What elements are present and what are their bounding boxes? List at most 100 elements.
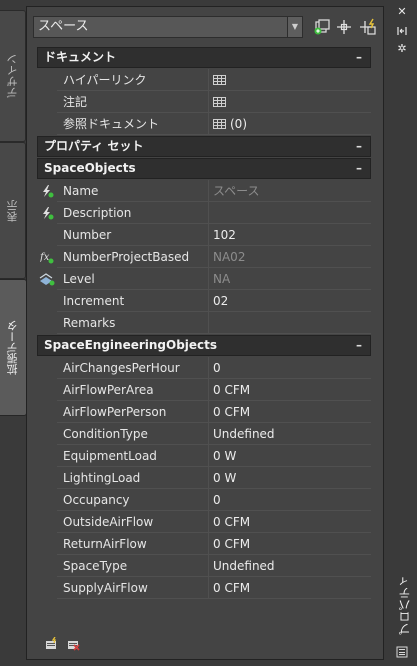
- automatic-property-icon: [37, 180, 57, 202]
- property-row-air-flow-per-person[interactable]: AirFlowPerPerson 0 CFM: [37, 401, 371, 423]
- table-icon[interactable]: [213, 118, 226, 129]
- property-value[interactable]: (0): [209, 113, 371, 135]
- category-space-engineering-objects[interactable]: SpaceEngineeringObjects –: [37, 335, 371, 356]
- automatic-property-icon: [37, 202, 57, 224]
- property-name: Description: [57, 202, 209, 224]
- category-space-objects-title: SpaceObjects: [44, 161, 136, 175]
- property-row-increment[interactable]: Increment 02: [37, 290, 371, 312]
- tab-display-label: 表示: [5, 199, 19, 222]
- tab-design-label: デザイン: [5, 54, 19, 98]
- property-row-space-type[interactable]: SpaceType Undefined: [37, 555, 371, 577]
- table-icon[interactable]: [213, 96, 226, 107]
- property-name: OutsideAirFlow: [57, 511, 209, 533]
- property-name: 参照ドキュメント: [57, 113, 209, 135]
- property-name: Level: [57, 268, 209, 290]
- chevron-down-icon[interactable]: ▼: [287, 17, 302, 37]
- property-name: ConditionType: [57, 423, 209, 445]
- property-value[interactable]: [209, 91, 371, 113]
- palette-menu-icon[interactable]: [396, 646, 408, 658]
- property-value[interactable]: 0: [209, 489, 371, 511]
- property-name: EquipmentLoad: [57, 445, 209, 467]
- property-row-condition-type[interactable]: ConditionType Undefined: [37, 423, 371, 445]
- palette-tabs: デザイン 表示 拡張データ: [0, 0, 27, 666]
- property-value: NA02: [209, 246, 371, 268]
- property-name: ハイパーリンク: [57, 69, 209, 91]
- property-name: SupplyAirFlow: [57, 577, 209, 599]
- property-value: NA: [209, 268, 371, 290]
- property-row-outside-air-flow[interactable]: OutsideAirFlow 0 CFM: [37, 511, 371, 533]
- reference-docs-count: (0): [230, 116, 247, 131]
- quick-select-icon[interactable]: [359, 18, 377, 36]
- palette-title-bar[interactable]: ✕ ✲ プロパティ: [384, 0, 417, 666]
- auto-hide-icon[interactable]: [396, 25, 408, 37]
- property-name: Increment: [57, 290, 209, 312]
- property-value[interactable]: [209, 312, 371, 334]
- category-document[interactable]: ドキュメント –: [37, 47, 371, 68]
- collapse-space-objects-button[interactable]: –: [356, 159, 362, 178]
- property-row-name[interactable]: Name スペース: [37, 180, 371, 202]
- property-value[interactable]: [209, 202, 371, 224]
- collapse-property-set-button[interactable]: –: [356, 137, 362, 156]
- svg-text:fx: fx: [40, 252, 50, 263]
- bottom-toolbar: [45, 636, 81, 654]
- property-row-level[interactable]: Level NA: [37, 268, 371, 290]
- property-row-number-project-based[interactable]: fx NumberProjectBased NA02: [37, 246, 371, 268]
- property-row-reference-docs[interactable]: 参照ドキュメント (0): [37, 113, 371, 135]
- property-value[interactable]: 0 CFM: [209, 379, 371, 401]
- tab-display[interactable]: 表示: [0, 142, 26, 279]
- palette-title-label: プロパティ: [397, 575, 412, 635]
- property-value[interactable]: 0 W: [209, 467, 371, 489]
- property-name: NumberProjectBased: [57, 246, 209, 268]
- property-row-return-air-flow[interactable]: ReturnAirFlow 0 CFM: [37, 533, 371, 555]
- property-row-air-changes-per-hour[interactable]: AirChangesPerHour 0: [37, 357, 371, 379]
- property-name: AirFlowPerArea: [57, 379, 209, 401]
- property-value[interactable]: 0: [209, 357, 371, 379]
- property-name: AirFlowPerPerson: [57, 401, 209, 423]
- tab-extended-data-label: 拡張データ: [6, 320, 19, 375]
- property-row-equipment-load[interactable]: EquipmentLoad 0 W: [37, 445, 371, 467]
- property-name: Remarks: [57, 312, 209, 334]
- level-property-icon: [37, 268, 57, 290]
- tab-extended-data[interactable]: 拡張データ: [0, 279, 27, 416]
- property-value[interactable]: 02: [209, 290, 371, 312]
- property-name: AirChangesPerHour: [57, 357, 209, 379]
- property-value[interactable]: 0 W: [209, 445, 371, 467]
- property-row-occupancy[interactable]: Occupancy 0: [37, 489, 371, 511]
- property-row-hyperlink[interactable]: ハイパーリンク: [37, 69, 371, 91]
- property-row-notes[interactable]: 注記: [37, 91, 371, 113]
- property-name: LightingLoad: [57, 467, 209, 489]
- close-icon[interactable]: ✕: [396, 6, 408, 18]
- properties-panel: スペース ▼ ドキュメント – ハイパーリンク 注記 参照ドキュメント (0) …: [26, 6, 384, 660]
- category-property-set[interactable]: プロパティ セット –: [37, 136, 371, 157]
- property-row-air-flow-per-area[interactable]: AirFlowPerArea 0 CFM: [37, 379, 371, 401]
- property-value[interactable]: 0 CFM: [209, 533, 371, 555]
- property-row-number[interactable]: Number 102: [37, 224, 371, 246]
- property-row-supply-air-flow[interactable]: SupplyAirFlow 0 CFM: [37, 577, 371, 599]
- property-name: SpaceType: [57, 555, 209, 577]
- table-icon[interactable]: [213, 74, 226, 85]
- collapse-space-engineering-button[interactable]: –: [356, 336, 362, 355]
- category-space-objects[interactable]: SpaceObjects –: [37, 158, 371, 179]
- tab-design[interactable]: デザイン: [0, 10, 26, 142]
- style-select[interactable]: スペース ▼: [33, 16, 303, 38]
- property-row-description[interactable]: Description: [37, 202, 371, 224]
- property-value[interactable]: 0 CFM: [209, 511, 371, 533]
- collapse-document-button[interactable]: –: [356, 48, 362, 67]
- gear-icon[interactable]: ✲: [396, 43, 408, 55]
- property-value[interactable]: Undefined: [209, 555, 371, 577]
- palette-title: プロパティ: [394, 560, 414, 650]
- property-row-remarks[interactable]: Remarks: [37, 312, 371, 334]
- property-value[interactable]: Undefined: [209, 423, 371, 445]
- add-style-icon[interactable]: [313, 18, 331, 36]
- property-name: ReturnAirFlow: [57, 533, 209, 555]
- add-property-set-icon[interactable]: [45, 636, 59, 654]
- property-value[interactable]: 0 CFM: [209, 577, 371, 599]
- property-value[interactable]: 102: [209, 224, 371, 246]
- property-row-lighting-load[interactable]: LightingLoad 0 W: [37, 467, 371, 489]
- property-name: 注記: [57, 91, 209, 113]
- property-grid: ドキュメント – ハイパーリンク 注記 参照ドキュメント (0) プロパティ セ…: [37, 47, 371, 599]
- property-value[interactable]: 0 CFM: [209, 401, 371, 423]
- select-objects-icon[interactable]: [335, 18, 353, 36]
- remove-property-set-icon[interactable]: [67, 637, 81, 654]
- property-value[interactable]: [209, 69, 371, 91]
